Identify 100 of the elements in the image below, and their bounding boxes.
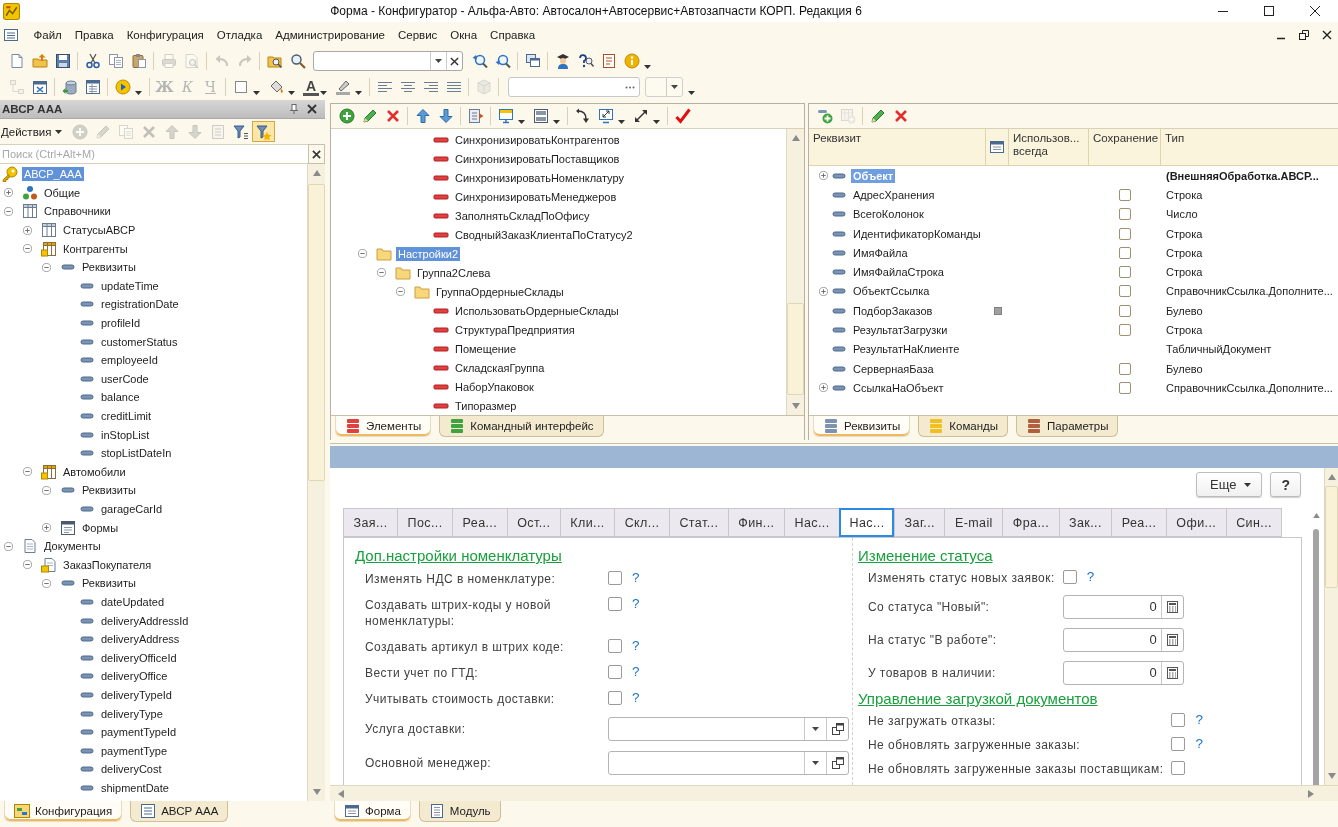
menu-item[interactable]: Файл (27, 29, 69, 41)
question-magnifier-icon[interactable] (577, 53, 594, 69)
collapse-icon[interactable] (41, 262, 51, 272)
caret-icon[interactable] (288, 91, 295, 95)
caret-icon[interactable] (253, 91, 260, 95)
checkbox[interactable] (1171, 713, 1186, 727)
tree-item[interactable]: ЗаполнятьСкладПоОфису (453, 208, 592, 223)
checkbox[interactable] (1119, 266, 1131, 279)
checkbox[interactable] (1171, 761, 1186, 775)
new-document-icon[interactable] (8, 53, 25, 69)
attribute-name[interactable]: ИмяФайла (851, 245, 910, 260)
search-field[interactable]: Поиск (Ctrl+Alt+M) (0, 144, 308, 164)
tree-item[interactable]: Общие (42, 185, 83, 200)
tree-item[interactable]: creditLimit (99, 409, 154, 423)
tree-item[interactable]: Группа2Слева (415, 265, 493, 280)
tree-item[interactable]: Контрагенты (61, 241, 130, 256)
checkbox[interactable] (608, 691, 622, 705)
triangle-right-icon[interactable] (1308, 789, 1314, 798)
checkbox[interactable] (1119, 208, 1131, 221)
dropdown-icon[interactable] (812, 761, 819, 765)
tree-item[interactable]: Помещение (453, 341, 519, 356)
help-link[interactable]: ? (632, 665, 640, 679)
form-tab[interactable]: Ост... (506, 508, 560, 537)
checkbox[interactable] (608, 639, 622, 653)
combo-field[interactable] (608, 751, 849, 775)
tree-item[interactable]: deliveryOfficeId (99, 650, 179, 665)
pencil-icon[interactable] (361, 108, 378, 124)
column-header[interactable]: Сохранение (1089, 129, 1161, 165)
align-left-icon[interactable] (376, 79, 393, 95)
help-link[interactable]: ? (632, 571, 640, 585)
combo-field[interactable] (608, 717, 849, 741)
window-tab[interactable]: Форма (334, 801, 411, 822)
arrow-down-icon[interactable] (437, 108, 454, 124)
table-window-icon[interactable] (84, 79, 101, 95)
resize-window-icon[interactable] (597, 108, 614, 124)
help-link[interactable]: ? (1086, 570, 1095, 584)
attribute-name[interactable]: РезультатЗагрузки (851, 323, 950, 337)
tree-item[interactable]: deliveryOffice (99, 669, 170, 684)
tree-item[interactable]: Реквизиты (80, 483, 138, 498)
caret-icon[interactable] (618, 120, 625, 124)
panel-tab[interactable]: Параметры (1016, 416, 1119, 437)
section-heading[interactable]: Изменение статуса (858, 546, 993, 566)
calculator-icon[interactable] (1166, 666, 1178, 679)
tree-item[interactable]: ГруппаОрдерныеСклады (434, 284, 566, 299)
scrollbar[interactable] (330, 785, 1338, 801)
triangle-up-icon[interactable] (1327, 474, 1336, 480)
menu-item[interactable]: Конфигурация (120, 29, 211, 41)
tree-item[interactable]: СинхронизироватьНоменклатуру (453, 170, 626, 185)
attribute-name[interactable]: РезультатНаКлиенте (851, 342, 962, 357)
checkbox[interactable] (1119, 324, 1131, 336)
open-window-icon[interactable] (831, 723, 844, 735)
help-link[interactable]: ? (1195, 713, 1203, 727)
tree-item[interactable]: garageCarId (99, 502, 165, 516)
collapse-icon[interactable] (41, 578, 51, 588)
form-tab[interactable]: Заг... (894, 508, 945, 537)
expand-icon[interactable] (818, 171, 828, 181)
panel-tab[interactable]: Реквизиты (813, 416, 911, 437)
form-window-icon[interactable] (989, 139, 1005, 155)
dash-plus-icon[interactable] (816, 108, 833, 124)
checkbox[interactable] (1171, 737, 1186, 751)
form-tab[interactable]: Син... (1225, 508, 1283, 537)
form-tab[interactable]: Нас... (839, 508, 895, 537)
checkbox[interactable] (1062, 570, 1077, 584)
attribute-name[interactable]: ИдентификаторКоманды (851, 226, 983, 241)
arrow-up-icon[interactable] (414, 108, 431, 124)
ellipsis-icon[interactable] (625, 85, 636, 89)
caret-icon[interactable] (135, 91, 142, 95)
curved-arrow-icon[interactable] (574, 108, 591, 124)
calculator-icon[interactable] (1166, 633, 1178, 646)
tree-item[interactable]: updateTime (99, 278, 161, 293)
caret-icon[interactable] (688, 91, 696, 95)
tree-item[interactable]: balance (99, 390, 142, 405)
open-window-icon[interactable] (831, 757, 844, 769)
form-tab[interactable]: Реа... (452, 508, 507, 537)
collapse-icon[interactable] (22, 467, 32, 477)
help-button[interactable]: ? (1270, 472, 1301, 497)
text-field[interactable] (508, 77, 641, 97)
cross-icon[interactable] (384, 108, 401, 124)
panel-tab[interactable]: Конфигурация (4, 801, 123, 822)
align-center-icon[interactable] (399, 79, 416, 95)
form-tab[interactable]: Кли... (559, 508, 615, 537)
dropdown-icon[interactable] (435, 59, 442, 63)
caret-icon[interactable] (653, 120, 660, 124)
tree-item[interactable]: inStopList (99, 427, 152, 442)
column-header[interactable]: Использов... всегда (1009, 129, 1089, 165)
checkbox[interactable] (1119, 381, 1131, 394)
triangle-up-icon[interactable] (312, 170, 321, 176)
scissors-icon[interactable] (84, 53, 101, 69)
caret-icon[interactable] (644, 65, 651, 69)
scroll-thumb[interactable] (308, 184, 325, 481)
tree-item[interactable]: dateUpdated (99, 594, 166, 609)
scrollbar[interactable] (1324, 468, 1338, 785)
folder-arrow-icon[interactable] (31, 53, 48, 69)
tree-item[interactable]: paymentType (99, 743, 170, 758)
form-tab[interactable]: Офи... (1165, 508, 1226, 537)
form-tab[interactable]: Зак... (1058, 508, 1112, 537)
actions-menu-button[interactable]: Действия (0, 121, 69, 142)
collapse-icon[interactable] (376, 268, 386, 277)
checkbox[interactable] (608, 597, 622, 611)
collapse-icon[interactable] (3, 207, 13, 216)
